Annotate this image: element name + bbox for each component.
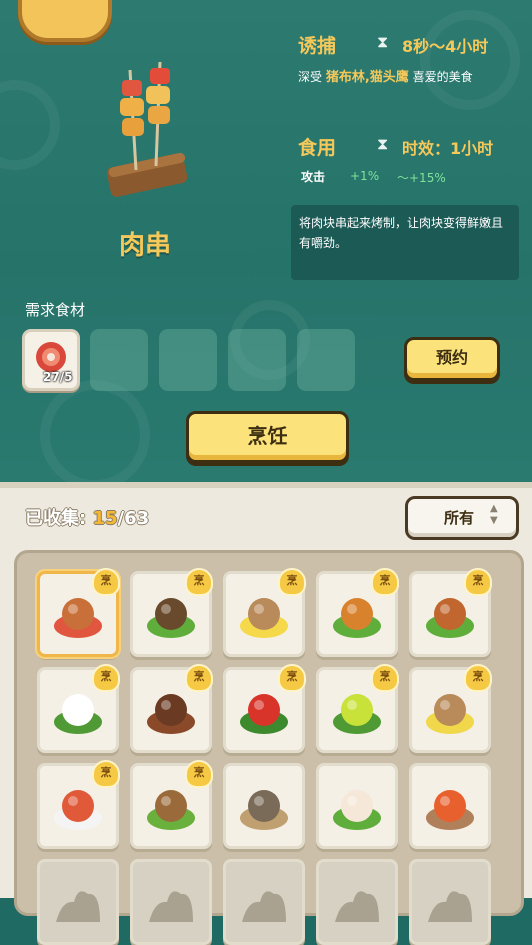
locked-recipe-cell[interactable] [37,859,119,945]
recipe-cell[interactable]: 烹 [37,664,120,753]
stat-label: 攻击 [301,170,326,184]
cook-button[interactable]: 烹饪 [186,411,349,463]
recipe-cell[interactable]: 烹 [316,664,399,753]
ingredients-label: 需求食材 [25,301,86,319]
recipe-detail-panel: 肉串 诱捕 ⧗ 8秒～4小时 深受 猪布林,猫头鹰 喜爱的美食 食用 ⧗ 时效：… [0,0,532,482]
collected-count: 15 [92,508,118,529]
recipe-cell[interactable]: 烹 [130,664,213,753]
lure-desc-suffix: 喜爱的美食 [412,70,473,84]
cooked-badge: 烹 [278,568,306,596]
panel-divider [0,482,532,488]
locked-silhouette-icon [149,891,193,922]
lure-title: 诱捕 [298,35,337,57]
shrimp-skewer-icon [426,790,474,830]
recipe-grid: 烹烹烹烹烹烹烹烹烹烹烹烹 [14,550,524,945]
locked-recipe-cell[interactable] [130,859,212,945]
scallop-plate-icon [333,790,381,830]
cooked-badge: 烹 [185,568,213,596]
recipe-badge [18,0,112,42]
empty-ingredient-slot [159,329,217,391]
recipe-cell[interactable]: 烹 [223,664,306,753]
eat-duration: 时效：1小时 [402,139,494,158]
recipe-cell[interactable]: 烹 [130,568,213,657]
recipe-cell[interactable]: 烹 [223,568,306,657]
recipe-cell[interactable] [223,763,305,849]
recipe-cell[interactable]: 烹 [409,568,492,657]
lure-duration: 8秒～4小时 [402,37,489,56]
cooked-badge: 烹 [92,664,120,692]
empty-ingredient-slot [297,329,355,391]
locked-silhouette-icon [56,891,100,922]
filter-dropdown[interactable]: 所有 ▲ ▼ [405,496,519,540]
cooked-badge: 烹 [464,568,492,596]
recipe-cell[interactable]: 烹 [409,664,492,753]
collection-panel: 已收集: 15/63 所有 ▲ ▼ 烹烹烹烹烹烹烹烹烹烹烹烹 [0,482,532,945]
filter-label: 所有 [444,509,475,527]
collected-label: 已收集: [25,508,87,529]
lure-description: 深受 猪布林,猫头鹰 喜爱的美食 [298,66,473,85]
recipe-name: 肉串 [118,231,171,261]
cooked-badge: 烹 [92,760,120,788]
recipe-cell[interactable]: 烹 [37,760,120,849]
recipe-cell[interactable]: 烹 [37,568,120,657]
raw-meat-icon [36,342,66,372]
cooked-badge: 烹 [92,568,120,596]
stat-min: +1% [350,169,380,183]
ingredient-count: 27/5 [43,370,73,384]
locked-silhouette-icon [335,891,379,922]
recipe-description: 将肉块串起来烤制，让肉块变得鲜嫩且有嚼劲。 [299,216,504,250]
cooked-badge: 烹 [185,760,213,788]
cooked-badge: 烹 [371,664,399,692]
lure-desc-prefix: 深受 [298,70,323,84]
collection-counter: 已收集: 15/63 [25,504,149,530]
recipe-cell[interactable]: 烹 [316,568,399,657]
hourglass-icon: ⧗ [377,134,389,153]
eat-title: 食用 [298,137,337,159]
description-box: 将肉块串起来烤制，让肉块变得鲜嫩且有嚼劲。 [291,205,519,280]
cooked-badge: 烹 [371,568,399,596]
sort-arrows-icon: ▲ ▼ [490,503,498,526]
recipe-cell[interactable] [409,763,491,849]
stat-max: ～+15% [397,171,446,185]
cooked-badge: 烹 [185,664,213,692]
hourglass-icon: ⧗ [377,32,389,51]
empty-ingredient-slot [228,329,286,391]
cooked-badge: 烹 [278,664,306,692]
empty-ingredient-slot [90,329,148,391]
lure-animals: 猪布林,猫头鹰 [325,70,409,85]
recipe-cell[interactable] [316,763,398,849]
recipe-cell[interactable]: 烹 [130,760,213,849]
locked-silhouette-icon [242,891,286,922]
locked-recipe-cell[interactable] [223,859,305,945]
fish-skewer-icon [240,790,288,830]
reserve-button[interactable]: 预约 [404,337,500,381]
locked-silhouette-icon [428,891,472,922]
meat-skewer-image [106,61,188,197]
locked-recipe-cell[interactable] [409,859,491,945]
locked-recipe-cell[interactable] [316,859,398,945]
cooked-badge: 烹 [464,664,492,692]
ingredient-slot[interactable]: 27/5 [22,329,80,391]
collection-total: /63 [117,508,150,529]
